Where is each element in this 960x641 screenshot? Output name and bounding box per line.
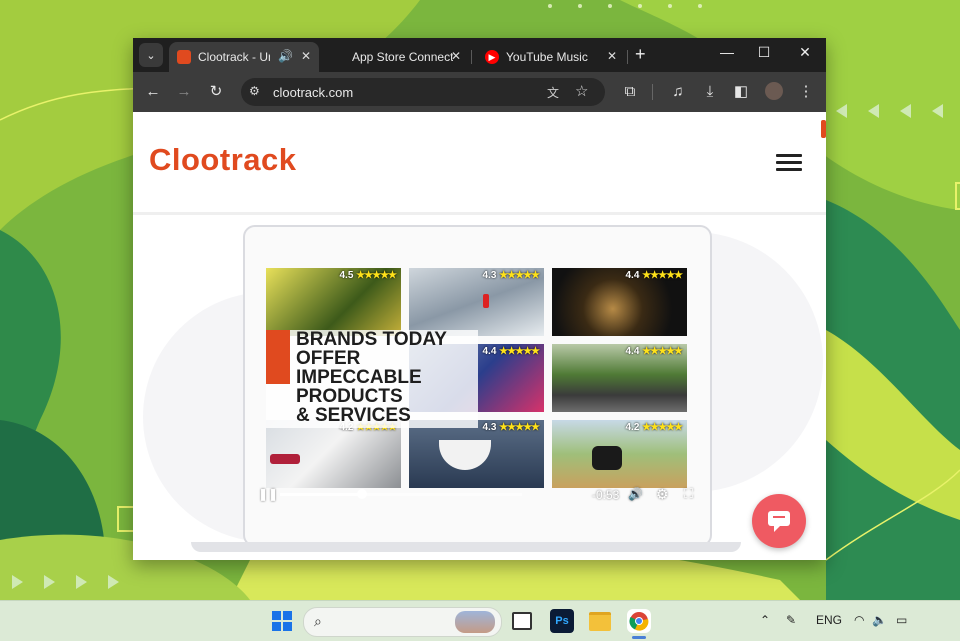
url-text[interactable]: clootrack.com	[273, 85, 353, 100]
video-player[interactable]: 4.5 ★★★★★ 4.3 ★★★★★ 4.4 ★★★★★ 4.4 ★★★★★ …	[258, 268, 693, 512]
accent-bar	[266, 330, 290, 384]
windows-start-icon[interactable]	[270, 609, 294, 633]
video-tile: 4.3 ★★★★★	[409, 420, 544, 488]
close-window-button[interactable]: ✕	[795, 44, 815, 61]
deco-triangle	[900, 104, 911, 118]
site-header: Clootrack	[133, 112, 826, 215]
clootrack-favicon-icon	[177, 50, 191, 64]
wifi-icon[interactable]: ◠	[854, 613, 864, 627]
minimize-button[interactable]: —	[717, 44, 737, 60]
deco-triangle	[44, 575, 55, 589]
site-settings-icon[interactable]: ⚙	[249, 84, 260, 98]
video-tile: 4.2 ★★★★★	[266, 420, 401, 488]
search-highlight-image	[455, 611, 495, 633]
tab-app-store-connect[interactable]: App Store Connect ✕	[323, 42, 469, 72]
scrollbar-thumb[interactable]	[821, 120, 826, 138]
translate-icon[interactable]: 文	[547, 84, 559, 101]
tab-clootrack[interactable]: Clootrack - Unc 🔊 ✕	[169, 42, 319, 72]
video-tile: 4.5 ★★★★★	[266, 268, 401, 336]
close-tab-icon[interactable]: ✕	[449, 49, 463, 63]
speaker-icon[interactable]: 🔈	[872, 613, 887, 627]
settings-gear-icon[interactable]: ⚙	[656, 486, 669, 503]
photoshop-icon[interactable]: Ps	[550, 609, 574, 633]
chat-button[interactable]	[752, 494, 806, 548]
deco-triangle	[76, 575, 87, 589]
profile-avatar[interactable]	[765, 82, 783, 100]
tab-separator	[471, 50, 472, 64]
fullscreen-icon[interactable]: ⛶	[684, 486, 693, 502]
deco-triangle	[12, 575, 23, 589]
address-bar[interactable]: ⚙ clootrack.com 文 ☆	[241, 78, 605, 106]
video-tile: 4.4 ★★★★★	[552, 268, 687, 336]
new-tab-button[interactable]: +	[635, 44, 646, 65]
speaker-icon[interactable]: 🔊	[278, 49, 293, 63]
browser-toolbar: ← → ↻ ⚙ clootrack.com 文 ☆ ⧉ ♫ ⤓ ◧ ⋮	[133, 72, 826, 112]
close-tab-icon[interactable]: ✕	[605, 49, 619, 63]
pause-icon[interactable]: ❚❚	[258, 487, 278, 501]
video-controls: ❚❚ -0:53 🔊 ⚙ ⛶	[258, 480, 693, 512]
task-view-icon[interactable]	[510, 609, 534, 633]
tab-title: Clootrack - Unc	[198, 50, 270, 64]
video-tile: 4.4 ★★★★★	[552, 344, 687, 412]
progress-knob[interactable]	[357, 489, 368, 499]
video-tile: 4.2 ★★★★★	[552, 420, 687, 488]
apple-icon	[331, 50, 345, 64]
tab-title: App Store Connect	[352, 50, 454, 64]
site-logo[interactable]: Clootrack	[149, 142, 296, 178]
deco-triangle	[836, 104, 847, 118]
tab-strip: ⌄ Clootrack - Unc 🔊 ✕ App Store Connect …	[133, 38, 826, 72]
video-tile: 4.3 ★★★★★	[409, 268, 544, 336]
active-app-indicator	[632, 636, 646, 639]
back-button[interactable]: ←	[143, 82, 163, 102]
deco-triangle	[868, 104, 879, 118]
deco-dot	[578, 4, 582, 8]
progress-track[interactable]	[280, 489, 522, 499]
hamburger-menu-icon[interactable]	[776, 154, 802, 172]
taskbar-search[interactable]: ⌕	[303, 607, 502, 637]
maximize-button[interactable]: ☐	[754, 44, 774, 61]
deco-dot	[638, 4, 642, 8]
forward-button[interactable]: →	[174, 82, 194, 102]
youtube-music-icon: ▶	[485, 50, 499, 64]
battery-icon[interactable]: ▭	[896, 613, 907, 627]
extensions-icon[interactable]: ⧉	[620, 82, 640, 102]
media-controls-icon[interactable]: ♫	[668, 82, 688, 102]
bookmark-star-icon[interactable]: ☆	[575, 82, 588, 100]
browser-window: ⌄ Clootrack - Unc 🔊 ✕ App Store Connect …	[133, 38, 826, 560]
deco-dot	[608, 4, 612, 8]
search-icon: ⌕	[314, 613, 322, 629]
tab-separator	[627, 50, 628, 64]
reload-button[interactable]: ↻	[206, 82, 226, 102]
file-explorer-icon[interactable]	[588, 609, 612, 633]
time-remaining: -0:53	[592, 488, 620, 502]
video-headline-overlay: BRANDS TODAY OFFER IMPECCABLE PRODUCTS &…	[266, 330, 478, 428]
tab-title: YouTube Music	[506, 50, 588, 64]
tab-youtube-music[interactable]: ▶ YouTube Music ✕	[477, 42, 625, 72]
show-hidden-icons-chevron[interactable]: ⌃	[760, 613, 770, 627]
progress-area[interactable]	[280, 480, 522, 512]
language-indicator[interactable]: ENG	[816, 613, 842, 627]
chevron-down-icon: ⌄	[146, 49, 156, 62]
volume-icon[interactable]: 🔊	[628, 487, 643, 501]
taskbar: ⌕ Ps ⌃ ✎ ENG ◠ 🔈 ▭	[0, 600, 960, 641]
video-headline: BRANDS TODAY OFFER IMPECCABLE PRODUCTS &…	[296, 329, 447, 426]
web-page: Clootrack 4.5 ★★★★★ 4.3 ★★★★★ 4.4 ★★★★★	[133, 112, 826, 560]
toolbar-divider	[652, 84, 653, 100]
side-panel-icon[interactable]: ◧	[731, 82, 751, 102]
chrome-icon[interactable]	[627, 609, 651, 633]
deco-triangle	[108, 575, 119, 589]
deco-dot	[698, 4, 702, 8]
deco-triangle	[932, 104, 943, 118]
menu-kebab-icon[interactable]: ⋮	[796, 82, 816, 102]
close-tab-icon[interactable]: ✕	[299, 49, 313, 63]
laptop-base	[191, 542, 741, 552]
download-icon[interactable]: ⤓	[700, 82, 720, 102]
progress-fill	[280, 493, 363, 496]
pen-icon[interactable]: ✎	[786, 613, 796, 627]
tab-search-button[interactable]: ⌄	[139, 43, 163, 67]
deco-dot	[548, 4, 552, 8]
chat-bubble-icon	[768, 511, 790, 532]
deco-dot	[668, 4, 672, 8]
